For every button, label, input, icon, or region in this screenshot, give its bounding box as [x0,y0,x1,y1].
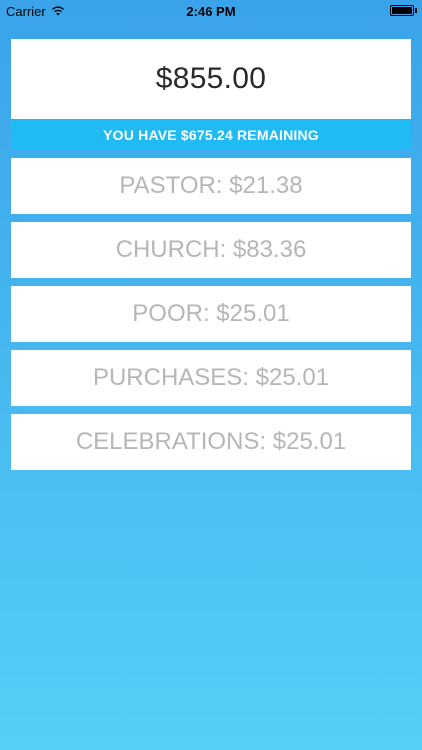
category-row-purchases[interactable]: PURCHASES: $25.01 [11,350,411,406]
category-row-church[interactable]: CHURCH: $83.36 [11,222,411,278]
category-label: CHURCH: $83.36 [115,236,307,263]
budget-total-amount: $855.00 [155,62,267,95]
battery-tip [415,8,417,13]
remaining-text: YOU HAVE $675.24 REMAINING [103,126,319,143]
category-label: CELEBRATIONS: $25.01 [75,428,347,455]
category-row-celebrations[interactable]: CELEBRATIONS: $25.01 [11,414,411,470]
category-row-poor[interactable]: POOR: $25.01 [11,286,411,342]
battery-icon [390,5,414,16]
category-label: PASTOR: $21.38 [119,172,303,199]
remaining-banner: YOU HAVE $675.24 REMAINING [11,120,411,149]
category-label: PURCHASES: $25.01 [92,364,330,391]
status-time: 2:46 PM [186,4,236,19]
status-bar: Carrier 2:46 PM [0,0,422,22]
category-label: POOR: $25.01 [132,300,290,327]
budget-total-card[interactable]: $855.00 [11,39,411,119]
category-row-pastor[interactable]: PASTOR: $21.38 [11,158,411,214]
